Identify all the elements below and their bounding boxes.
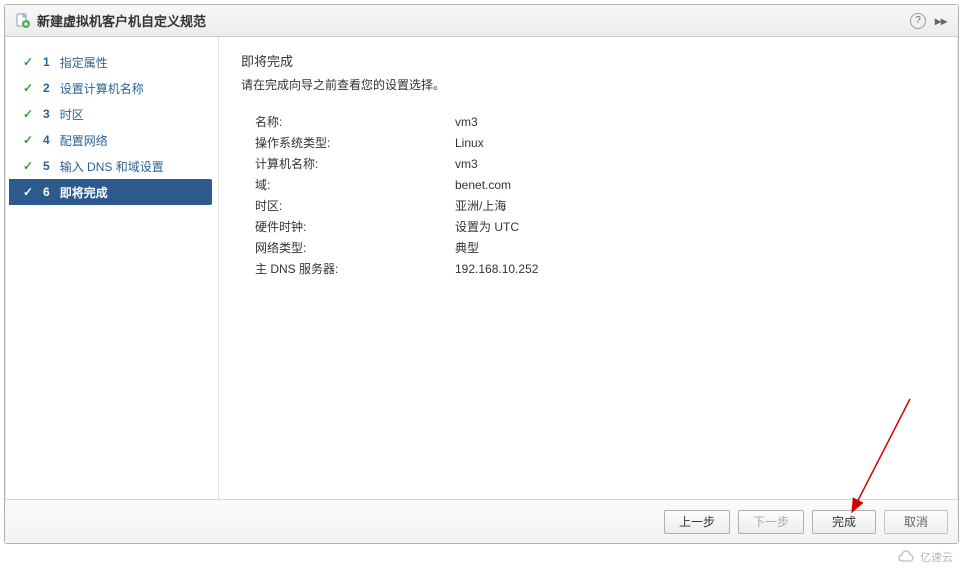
dialog-body: ✓ 1 指定属性 ✓ 2 设置计算机名称 ✓ 3 时区 ✓ 4 配置网络 ✓ 5	[5, 37, 958, 499]
step-dns-domain[interactable]: ✓ 5 输入 DNS 和域设置	[5, 153, 218, 179]
step-label: 即将完成	[60, 184, 108, 201]
watermark: 亿速云	[890, 547, 959, 567]
next-button: 下一步	[738, 510, 804, 534]
summary-value: vm3	[455, 157, 478, 171]
help-icon[interactable]: ?	[910, 13, 926, 29]
summary-value: vm3	[455, 115, 478, 129]
wizard-steps-sidebar: ✓ 1 指定属性 ✓ 2 设置计算机名称 ✓ 3 时区 ✓ 4 配置网络 ✓ 5	[5, 37, 219, 499]
summary-value: 设置为 UTC	[455, 218, 519, 235]
cancel-button[interactable]: 取消	[884, 510, 948, 534]
summary-row-dns-server: 主 DNS 服务器: 192.168.10.252	[255, 258, 936, 279]
step-number: 1	[43, 55, 50, 69]
summary-value: 亚洲/上海	[455, 197, 506, 214]
titlebar: 新建虚拟机客户机自定义规范 ? ▸▸	[5, 5, 958, 37]
titlebar-left: 新建虚拟机客户机自定义规范	[15, 11, 206, 30]
content-subtitle: 请在完成向导之前查看您的设置选择。	[241, 76, 936, 93]
step-label: 配置网络	[60, 132, 108, 149]
summary-row-name: 名称: vm3	[255, 111, 936, 132]
check-icon: ✓	[21, 55, 35, 69]
check-icon: ✓	[21, 159, 35, 173]
titlebar-right: ? ▸▸	[910, 13, 948, 29]
finish-button[interactable]: 完成	[812, 510, 876, 534]
summary-label: 名称:	[255, 113, 455, 130]
summary-row-computer-name: 计算机名称: vm3	[255, 153, 936, 174]
dialog-footer: 上一步 下一步 完成 取消	[5, 499, 958, 543]
summary-label: 计算机名称:	[255, 155, 455, 172]
step-specify-properties[interactable]: ✓ 1 指定属性	[5, 49, 218, 75]
check-icon: ✓	[21, 81, 35, 95]
step-label: 输入 DNS 和域设置	[60, 158, 164, 175]
watermark-text: 亿速云	[920, 549, 953, 565]
step-configure-network[interactable]: ✓ 4 配置网络	[5, 127, 218, 153]
expand-icon[interactable]: ▸▸	[934, 14, 948, 28]
cloud-icon	[896, 550, 916, 564]
step-number: 2	[43, 81, 50, 95]
step-label: 时区	[60, 106, 84, 123]
summary-label: 硬件时钟:	[255, 218, 455, 235]
summary-row-domain: 域: benet.com	[255, 174, 936, 195]
summary-value: benet.com	[455, 178, 511, 192]
summary-row-hardware-clock: 硬件时钟: 设置为 UTC	[255, 216, 936, 237]
summary-value: Linux	[455, 136, 484, 150]
summary-table: 名称: vm3 操作系统类型: Linux 计算机名称: vm3 域: bene…	[255, 111, 936, 279]
step-number: 3	[43, 107, 50, 121]
back-button[interactable]: 上一步	[664, 510, 730, 534]
step-label: 设置计算机名称	[60, 80, 144, 97]
step-number: 5	[43, 159, 50, 173]
summary-row-timezone: 时区: 亚洲/上海	[255, 195, 936, 216]
step-computer-name[interactable]: ✓ 2 设置计算机名称	[5, 75, 218, 101]
summary-row-os-type: 操作系统类型: Linux	[255, 132, 936, 153]
summary-label: 时区:	[255, 197, 455, 214]
wizard-content: 即将完成 请在完成向导之前查看您的设置选择。 名称: vm3 操作系统类型: L…	[219, 37, 958, 499]
content-title: 即将完成	[241, 51, 936, 70]
document-add-icon	[15, 13, 31, 29]
step-label: 指定属性	[60, 54, 108, 71]
step-number: 4	[43, 133, 50, 147]
summary-row-network-type: 网络类型: 典型	[255, 237, 936, 258]
check-icon: ✓	[21, 133, 35, 147]
dialog-title: 新建虚拟机客户机自定义规范	[37, 11, 206, 30]
summary-label: 域:	[255, 176, 455, 193]
wizard-dialog: 新建虚拟机客户机自定义规范 ? ▸▸ ✓ 1 指定属性 ✓ 2 设置计算机名称 …	[4, 4, 959, 544]
summary-value: 192.168.10.252	[455, 262, 538, 276]
summary-label: 主 DNS 服务器:	[255, 260, 455, 277]
step-ready-to-complete[interactable]: ✓ 6 即将完成	[9, 179, 212, 205]
summary-value: 典型	[455, 239, 479, 256]
step-number: 6	[43, 185, 50, 199]
summary-label: 网络类型:	[255, 239, 455, 256]
check-icon: ✓	[21, 107, 35, 121]
step-timezone[interactable]: ✓ 3 时区	[5, 101, 218, 127]
check-icon: ✓	[21, 185, 35, 199]
summary-label: 操作系统类型:	[255, 134, 455, 151]
